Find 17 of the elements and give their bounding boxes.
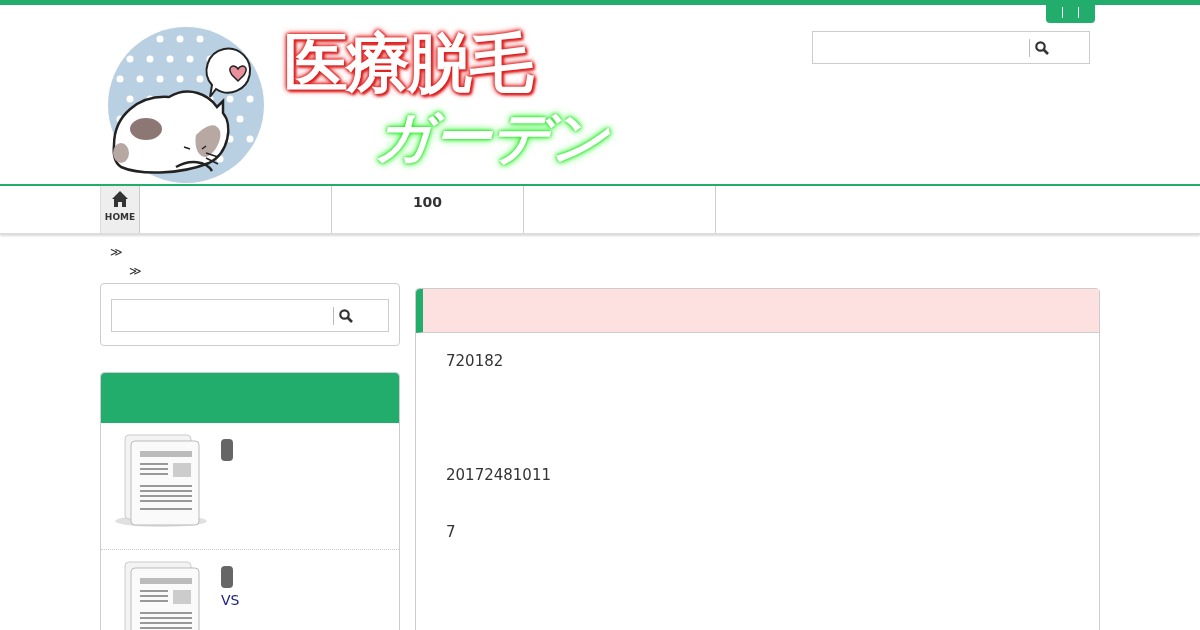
category-tag bbox=[221, 439, 233, 461]
search-field[interactable] bbox=[812, 31, 1090, 64]
paragraph: 7 bbox=[446, 522, 457, 542]
logo-title: 医療脱毛 bbox=[284, 25, 609, 101]
category-tag bbox=[221, 566, 233, 588]
paragraph: 20172481011 bbox=[446, 465, 552, 485]
home-link[interactable]: HOME bbox=[100, 186, 140, 233]
search-icon[interactable] bbox=[1035, 40, 1049, 55]
article-link[interactable]: VS bbox=[221, 592, 240, 608]
home-icon[interactable] bbox=[111, 190, 129, 208]
breadcrumb-separator: ≫ bbox=[129, 263, 142, 280]
paragraph: 720182 bbox=[446, 351, 505, 371]
breadcrumb-separator: ≫ bbox=[110, 244, 123, 261]
header-tab[interactable] bbox=[1046, 5, 1095, 23]
nav-link[interactable]: 100 bbox=[412, 194, 443, 210]
search-icon[interactable] bbox=[339, 308, 353, 323]
search-field[interactable] bbox=[111, 299, 389, 332]
